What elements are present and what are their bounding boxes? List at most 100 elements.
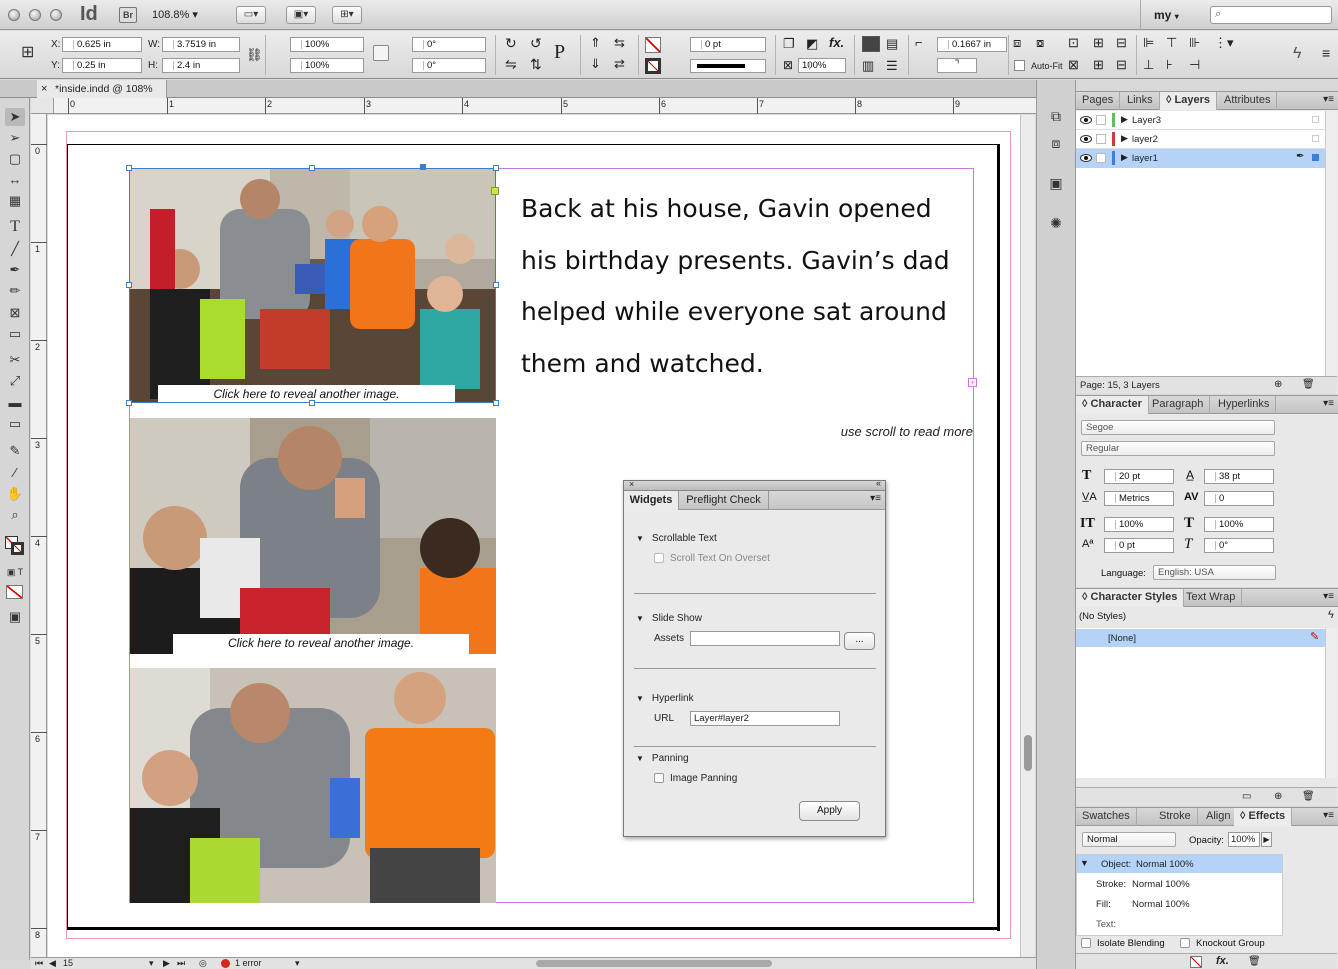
- select-content-icon[interactable]: ⇓: [590, 56, 601, 72]
- styles-scrollbar[interactable]: [1325, 628, 1337, 778]
- layer-target-icon[interactable]: [1312, 154, 1319, 161]
- expand-triangle-icon[interactable]: ▶: [1121, 133, 1128, 144]
- search-input[interactable]: ⌕: [1210, 6, 1332, 24]
- close-icon[interactable]: ×: [629, 479, 634, 489]
- fill-frame-icon[interactable]: ⊡: [1068, 35, 1079, 51]
- tracking-field[interactable]: 0: [1204, 491, 1274, 506]
- tab-align[interactable]: Align: [1200, 808, 1238, 826]
- corner-offset-field[interactable]: 0.1667 in: [937, 37, 1007, 52]
- layer-target-icon[interactable]: [1312, 116, 1319, 123]
- view-options-button[interactable]: ▭▾: [236, 6, 266, 24]
- rotate-ccw-icon[interactable]: ↺: [530, 35, 542, 52]
- selection-handle[interactable]: [493, 282, 499, 288]
- selection-handle[interactable]: [126, 400, 132, 406]
- new-style-icon[interactable]: ⊕: [1274, 791, 1282, 802]
- delete-effect-icon[interactable]: 🗑: [1248, 956, 1261, 967]
- page-dropdown-icon[interactable]: ▾: [149, 958, 154, 969]
- lock-toggle[interactable]: [1096, 115, 1106, 125]
- effects-row-object[interactable]: ▼ Object: Normal 100%: [1077, 855, 1282, 873]
- arrange-documents-button[interactable]: ⊞▾: [332, 6, 362, 24]
- align-center-icon[interactable]: ⊤: [1166, 35, 1177, 51]
- font-style-select[interactable]: Regular: [1081, 441, 1275, 456]
- tab-widgets[interactable]: Widgets: [624, 491, 679, 510]
- reference-point-icon[interactable]: ⊞: [21, 43, 41, 63]
- gap-tool-icon[interactable]: ↔: [5, 171, 25, 189]
- preflight-menu-icon[interactable]: ▾: [295, 958, 300, 969]
- ruler-origin[interactable]: [31, 98, 54, 114]
- type-tool-icon[interactable]: T: [5, 218, 25, 236]
- layers-scrollbar[interactable]: [1325, 111, 1337, 383]
- selection-frame[interactable]: [129, 168, 496, 403]
- horizontal-scale-field[interactable]: 100%: [1204, 517, 1274, 532]
- horizontal-ruler[interactable]: 0 1 2 3 4 5 6 7 8 9: [54, 98, 1036, 114]
- minimize-window-button[interactable]: [29, 9, 41, 21]
- tab-swatches[interactable]: Swatches: [1076, 808, 1137, 826]
- tab-hyperlinks[interactable]: Hyperlinks: [1212, 396, 1277, 414]
- pen-tool-icon[interactable]: ✒: [5, 261, 25, 279]
- section-hyperlink[interactable]: ▼ Hyperlink: [636, 693, 694, 704]
- opacity-field[interactable]: 100%: [798, 58, 846, 73]
- align-right-icon[interactable]: ⊪: [1189, 35, 1200, 51]
- url-field[interactable]: Layer#layer2: [690, 711, 840, 726]
- new-group-icon[interactable]: ▭: [1242, 791, 1251, 802]
- apply-none-icon[interactable]: [6, 585, 23, 599]
- visibility-icon[interactable]: [1080, 135, 1092, 143]
- section-slide-show[interactable]: ▼ Slide Show: [636, 613, 702, 624]
- fit-frame-icon[interactable]: ⧈: [1013, 35, 1021, 51]
- layer-name[interactable]: layer1: [1132, 153, 1158, 164]
- first-page-icon[interactable]: ⏮: [35, 958, 43, 969]
- corner-options-icon[interactable]: ⌐: [915, 35, 923, 50]
- align-bottom-icon[interactable]: ⊣: [1189, 57, 1200, 73]
- width-field[interactable]: 3.7519 in: [162, 37, 240, 52]
- scissors-tool-icon[interactable]: ✂: [5, 351, 25, 369]
- image-panning-checkbox[interactable]: [654, 773, 664, 784]
- align-middle-icon[interactable]: ⊦: [1166, 57, 1173, 73]
- links-panel-icon[interactable]: ⧉: [1045, 105, 1067, 127]
- clear-effects-icon[interactable]: [1190, 956, 1202, 968]
- selection-handle[interactable]: [309, 165, 315, 171]
- layer-row-layer3[interactable]: ▶ Layer3: [1076, 111, 1325, 130]
- tab-links[interactable]: Links: [1121, 92, 1160, 110]
- reveal-image-caption-2[interactable]: Click here to reveal another image.: [173, 634, 469, 654]
- line-tool-icon[interactable]: ╱: [5, 240, 25, 258]
- leading-field[interactable]: 38 pt: [1204, 469, 1274, 484]
- flip-vertical-icon[interactable]: ⇅: [530, 56, 542, 73]
- tab-character[interactable]: ◊ Character: [1076, 396, 1149, 414]
- y-position-field[interactable]: 0.25 in: [62, 58, 142, 73]
- selection-handle[interactable]: [493, 400, 499, 406]
- align-top-icon[interactable]: ⊥: [1143, 57, 1154, 73]
- workspace-switcher[interactable]: my ▾: [1154, 8, 1179, 22]
- autofit-checkbox[interactable]: [1014, 60, 1025, 71]
- zoom-tool-icon[interactable]: ⌕: [5, 506, 25, 524]
- panel-menu-icon[interactable]: ▾≡: [1323, 810, 1334, 821]
- scroll-overset-checkbox[interactable]: [654, 553, 664, 564]
- constrain-scale-icon[interactable]: [373, 45, 389, 61]
- content-fit-icon[interactable]: ⊞: [1093, 57, 1104, 73]
- prev-page-icon[interactable]: ◀: [49, 958, 56, 969]
- stroke-color-swatch[interactable]: [11, 542, 24, 555]
- font-family-select[interactable]: Segoe: [1081, 420, 1275, 435]
- birthday-photo-3[interactable]: [130, 668, 496, 903]
- selection-handle[interactable]: [420, 164, 426, 170]
- layer-row-layer1[interactable]: ▶ layer1 ✒: [1076, 149, 1325, 168]
- expand-triangle-icon[interactable]: ▶: [1121, 114, 1128, 125]
- fx-icon[interactable]: fx.: [829, 35, 844, 50]
- select-next-icon[interactable]: ⇄: [614, 56, 625, 72]
- rotate-cw-icon[interactable]: ↻: [505, 35, 517, 52]
- note-tool-icon[interactable]: ✎: [5, 442, 25, 460]
- delete-style-icon[interactable]: 🗑: [1302, 791, 1315, 802]
- screen-mode-button[interactable]: ▣▾: [286, 6, 316, 24]
- panel-menu-icon[interactable]: ▾≡: [1323, 398, 1334, 409]
- preflight-icon[interactable]: ◎: [199, 958, 207, 969]
- collapse-icon[interactable]: «: [876, 478, 881, 488]
- section-scrollable-text[interactable]: ▼ Scrollable Text: [636, 533, 717, 544]
- tab-pages[interactable]: Pages: [1076, 92, 1121, 110]
- corner-shape-dropdown[interactable]: ⌝: [937, 58, 977, 73]
- align-left-icon[interactable]: ⊫: [1143, 35, 1154, 51]
- library-panel-icon[interactable]: ▣: [1045, 172, 1067, 194]
- text-wrap-bounding-icon[interactable]: ▤: [886, 36, 898, 52]
- panel-menu-icon[interactable]: ▾≡: [1323, 591, 1334, 602]
- text-frame-outport[interactable]: +: [968, 378, 977, 387]
- stroke-weight-field[interactable]: 0 pt: [690, 37, 766, 52]
- articles-panel-icon[interactable]: ⧈: [1045, 132, 1067, 154]
